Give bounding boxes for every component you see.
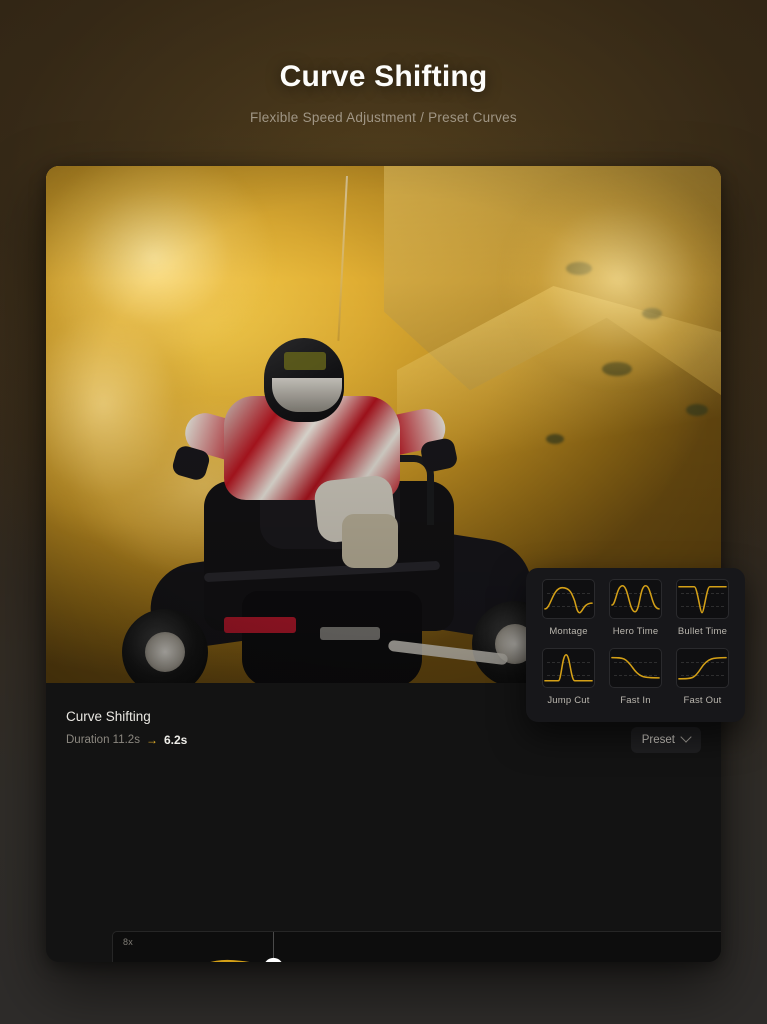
curve-editor-graph[interactable]: 8x 1/8x [112,931,721,962]
preset-item-label: Hero Time [612,626,659,637]
page-title: Curve Shifting [279,60,488,93]
curve-hero-time-icon[interactable] [609,579,662,619]
preset-item-fast-in[interactable]: Fast In [603,647,668,713]
preset-curves-panel[interactable]: Montage Hero Time Bullet Time Jump Cut Fast … [526,568,745,722]
preset-item-label: Bullet Time [677,626,728,637]
duration-new: 6.2s [163,733,188,747]
arrow-right-icon: → [145,733,158,747]
preset-item-montage[interactable]: Montage [536,579,601,644]
chevron-down-icon [680,731,692,743]
preset-button-label: Preset [641,734,675,746]
duration-original: Duration 11.2s [66,734,140,746]
preset-item-label: Montage [549,626,588,637]
editor-card: Curve Shifting Duration 11.2s → 6.2s Pre… [46,166,721,962]
page-subtitle: Flexible Speed Adjustment / Preset Curve… [250,110,517,125]
preset-item-label: Jump Cut [547,694,590,706]
preset-item-bullet-time[interactable]: Bullet Time [670,579,735,644]
duration-row: Duration 11.2s → 6.2s [66,733,187,747]
speed-curve-path [210,959,250,962]
clip-title: Curve Shifting [66,709,151,724]
preset-item-label: Fast In [620,694,651,706]
curve-svg [210,932,284,962]
curve-bullet-time-icon[interactable] [676,579,729,619]
curve-fast-out-icon[interactable] [676,647,729,688]
preset-item-jump-cut[interactable]: Jump Cut [536,647,601,713]
curve-fast-in-icon[interactable] [609,647,662,688]
curve-montage-icon[interactable] [542,579,595,619]
preset-item-fast-out[interactable]: Fast Out [670,647,735,713]
page-header: Curve Shifting Flexible Speed Adjustment… [0,0,767,125]
curve-jump-cut-icon[interactable] [542,647,595,688]
preset-item-label: Fast Out [683,694,722,706]
preset-item-hero-time[interactable]: Hero Time [603,579,668,644]
keyframe-2[interactable] [264,957,284,962]
preset-dropdown-button[interactable]: Preset [630,727,701,753]
